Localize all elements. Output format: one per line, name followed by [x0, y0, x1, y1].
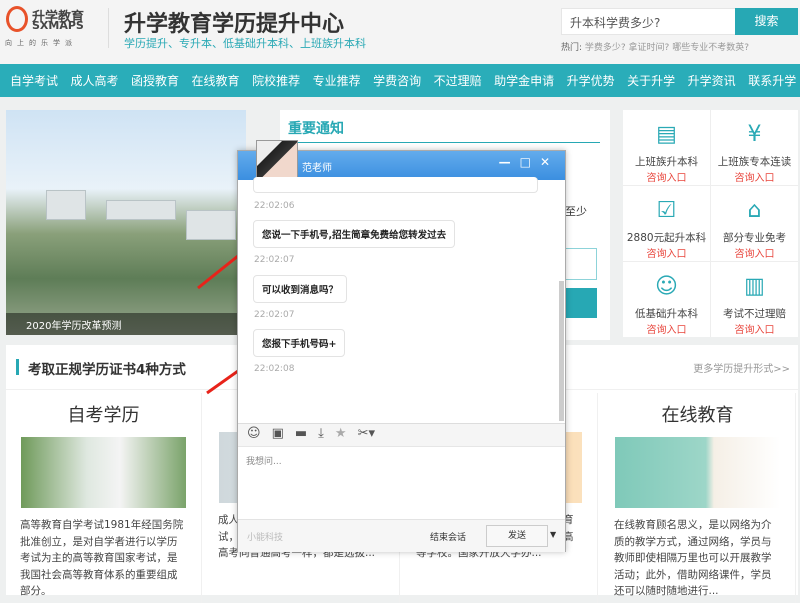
- logo-icon[interactable]: [6, 6, 28, 32]
- service-item[interactable]: ☺ 低基础升本科 咨询入口: [623, 262, 710, 337]
- scissors-icon[interactable]: ✂▾: [358, 426, 375, 444]
- download-icon[interactable]: ⤓: [318, 426, 324, 444]
- service-link[interactable]: 咨询入口: [711, 245, 798, 260]
- folder-icon[interactable]: ▬: [295, 426, 307, 444]
- main-nav: 自学考试 成人高考 函授教育 在线教育 院校推荐 专业推荐 学费咨询 不过理赔 助学金申请 升学优…: [0, 64, 800, 97]
- agent-name: 范老师: [302, 163, 332, 174]
- end-chat-button[interactable]: 结束会话: [430, 530, 466, 543]
- user-edit-icon: ☺: [655, 274, 678, 299]
- chat-bubble-partial: [253, 177, 538, 193]
- nav-item[interactable]: 函授教育: [131, 72, 179, 89]
- star-icon[interactable]: ★: [335, 426, 347, 444]
- site-title: 升学教育学历提升中心: [124, 11, 345, 37]
- nav-item[interactable]: 助学金申请: [494, 72, 554, 89]
- maximize-icon[interactable]: □: [520, 155, 540, 169]
- message-time: 22:02:08: [254, 364, 295, 374]
- service-link[interactable]: 咨询入口: [623, 321, 710, 336]
- nav-item[interactable]: 关于升学: [627, 72, 675, 89]
- nav-item[interactable]: 院校推荐: [252, 72, 300, 89]
- logo-en: SXMAPS: [32, 19, 84, 32]
- hot-label: 热门:: [561, 43, 583, 53]
- chat-bubble: 您报下手机号码+: [253, 329, 346, 357]
- notice-title: 重要通知: [288, 121, 344, 137]
- service-link[interactable]: 咨询入口: [711, 169, 798, 184]
- banner-image[interactable]: 2020年学历改革预测: [6, 110, 246, 335]
- emoji-icon[interactable]: ☺: [247, 426, 261, 444]
- document-icon: ▤: [656, 122, 677, 147]
- yen-icon: ¥: [747, 122, 762, 147]
- section-marker: [16, 359, 19, 375]
- card-text: 在线教育顾名思义，是以网络为介质的教学方式，通过网络，学员与教师即使相隔万里也可…: [614, 519, 772, 597]
- hot-searches: 热门: 学费多少? 拿证时间? 哪些专业不考数英?: [561, 40, 749, 53]
- send-button[interactable]: 发送: [486, 525, 548, 547]
- site-subtitle: 学历提升、专升本、低基础升本科、上班族升本科: [124, 37, 366, 50]
- nav-item[interactable]: 在线教育: [192, 72, 240, 89]
- message-time: 22:02:07: [254, 255, 295, 265]
- nav-item[interactable]: 专业推荐: [313, 72, 361, 89]
- binders-icon: ▥: [744, 274, 765, 299]
- image-icon[interactable]: ▣: [272, 426, 284, 444]
- logo-slogan: 向上的乐学派: [5, 39, 77, 47]
- house-icon: ⌂: [747, 198, 762, 223]
- notice-input[interactable]: [565, 248, 597, 280]
- notice-submit-button[interactable]: [565, 288, 597, 318]
- service-item[interactable]: ▥ 考试不过理赔 咨询入口: [711, 262, 798, 337]
- scrollbar[interactable]: [559, 281, 564, 421]
- divider: [280, 142, 600, 143]
- chat-input[interactable]: 我想问...: [246, 454, 282, 467]
- service-item[interactable]: ☑ 2880元起升本科 咨询入口: [623, 186, 710, 261]
- nav-item[interactable]: 自学考试: [10, 72, 58, 89]
- search-button[interactable]: 搜索: [735, 8, 798, 35]
- method-card[interactable]: 在线教育在线教育顾名思义，是以网络为介质的教学方式，通过网络，学员与教师即使相隔…: [600, 393, 796, 603]
- chat-bubble: 可以收到消息吗？: [253, 275, 348, 303]
- service-link[interactable]: 咨询入口: [623, 245, 710, 260]
- card-title: 自考学历: [67, 405, 140, 426]
- brand-text: 小能科技: [247, 533, 284, 543]
- message-time: 22:02:06: [254, 201, 295, 211]
- nav-item[interactable]: 升学优势: [567, 72, 615, 89]
- nav-item[interactable]: 升学资讯: [688, 72, 736, 89]
- service-link[interactable]: 咨询入口: [623, 169, 710, 184]
- service-label: 上班族升本科: [635, 156, 698, 168]
- service-label: 考试不过理赔: [723, 308, 786, 320]
- chat-toolbar: ☺ ▣ ▬ ⤓ ★ ✂▾: [238, 423, 565, 447]
- message-time: 22:02:07: [254, 310, 295, 320]
- service-item[interactable]: ⌂ 部分专业免考 咨询入口: [711, 186, 798, 261]
- service-item[interactable]: ¥ 上班族专本连读 咨询入口: [711, 110, 798, 185]
- hot-links[interactable]: 学费多少? 拿证时间? 哪些专业不考数英?: [585, 43, 749, 53]
- nav-item[interactable]: 联系升学: [748, 72, 796, 89]
- service-label: 部分专业免考: [723, 232, 786, 244]
- nav-item[interactable]: 成人高考: [71, 72, 119, 89]
- search-input[interactable]: 升本科学费多少?: [561, 8, 736, 35]
- service-label: 2880元起升本科: [626, 232, 707, 244]
- service-item[interactable]: ▤ 上班族升本科 咨询入口: [623, 110, 710, 185]
- send-options-icon[interactable]: ▼: [550, 525, 560, 547]
- divider: [108, 8, 109, 48]
- card-image: [21, 437, 186, 508]
- chat-footer: 小能科技 结束会话 发送 ▼: [238, 519, 565, 552]
- method-card[interactable]: 自考学历高等教育自学考试1981年经国务院批准创立，是对自学者进行以学历考试为主…: [6, 393, 202, 603]
- services-grid: ▤ 上班族升本科 咨询入口 ¥ 上班族专本连读 咨询入口 ☑ 2880元起升本科 咨询入口 ⌂ 部分…: [623, 110, 798, 337]
- card-image: [615, 437, 780, 508]
- nav-item[interactable]: 学费咨询: [373, 72, 421, 89]
- banner-caption: 2020年学历改革预测: [6, 313, 246, 335]
- minimize-icon[interactable]: —: [499, 155, 520, 169]
- section-title: 考取正规学历证书4种方式: [28, 362, 186, 378]
- chat-window: 范老师 —□✕ 22:02:06 您说一下手机号,招生简章免费给您转发过去 22…: [237, 140, 566, 552]
- notice-text: 至少: [565, 205, 587, 218]
- card-title: 在线教育: [661, 405, 734, 426]
- service-link[interactable]: 咨询入口: [711, 321, 798, 336]
- close-icon[interactable]: ✕: [540, 155, 559, 169]
- nav-item[interactable]: 不过理赔: [434, 72, 482, 89]
- service-label: 上班族专本连读: [717, 156, 792, 168]
- more-link[interactable]: 更多学历提升形式>>: [693, 360, 790, 375]
- chat-bubble: 您说一下手机号,招生简章免费给您转发过去: [253, 220, 456, 248]
- checklist-clock-icon: ☑: [656, 198, 677, 223]
- site-header: 升学教育 SXMAPS 向上的乐学派 升学教育学历提升中心 学历提升、专升本、低…: [0, 0, 800, 64]
- service-label: 低基础升本科: [635, 308, 698, 320]
- card-text: 高等教育自学考试1981年经国务院批准创立，是对自学者进行以学历考试为主的高等教…: [20, 519, 184, 597]
